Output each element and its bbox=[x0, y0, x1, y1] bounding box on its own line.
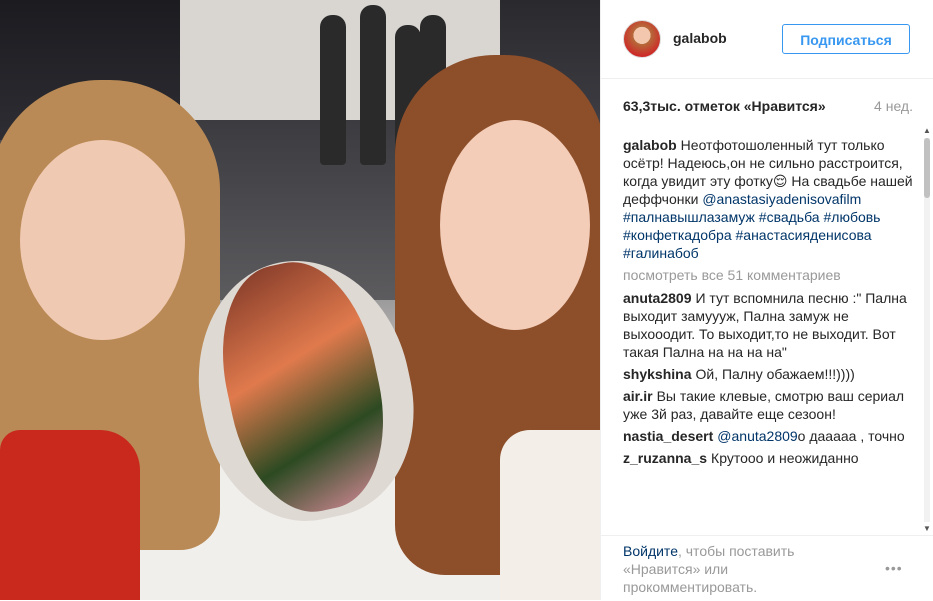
post-footer: Войдите, чтобы поставить «Нравится» или … bbox=[601, 535, 933, 601]
comment-username[interactable]: nastia_desert bbox=[623, 428, 713, 444]
hashtag-link[interactable]: #свадьба bbox=[759, 209, 820, 225]
comments-list: galabob Неотфотошоленный тут только осётр… bbox=[623, 136, 913, 532]
follow-button[interactable]: Подписаться bbox=[782, 24, 910, 54]
caption-comment: galabob Неотфотошоленный тут только осётр… bbox=[623, 136, 913, 262]
hashtag-link[interactable]: #анастасияденисова bbox=[736, 227, 872, 243]
scrollbar-track[interactable] bbox=[924, 138, 930, 522]
username-link[interactable]: galabob bbox=[673, 30, 727, 46]
scrollbar-thumb[interactable] bbox=[924, 138, 930, 198]
comment-username[interactable]: z_ruzanna_s bbox=[623, 450, 707, 466]
comments-scrollbar[interactable]: ▲ ▼ bbox=[921, 125, 933, 535]
hashtag-link[interactable]: #палнавышлазамуж bbox=[623, 209, 755, 225]
login-prompt: Войдите, чтобы поставить «Нравится» или … bbox=[623, 542, 853, 596]
comment-text: Ой, Палну обажаем!!!)))) bbox=[695, 366, 855, 382]
more-options-icon[interactable]: ••• bbox=[885, 560, 915, 576]
scroll-down-icon[interactable]: ▼ bbox=[921, 523, 933, 535]
view-all-comments-link[interactable]: посмотреть все 51 комментариев bbox=[623, 266, 913, 284]
post-header: galabob Подписаться bbox=[601, 0, 933, 79]
likes-row: 63,3тыс. отметок «Нравится» 4 нед. bbox=[623, 98, 913, 118]
comment-username[interactable]: galabob bbox=[623, 137, 677, 153]
post-time[interactable]: 4 нед. bbox=[874, 98, 913, 114]
avatar[interactable] bbox=[623, 20, 661, 58]
mention-link[interactable]: @anuta2809 bbox=[717, 428, 797, 444]
comment-username[interactable]: air.ir bbox=[623, 388, 653, 404]
scroll-up-icon[interactable]: ▲ bbox=[921, 125, 933, 137]
comment-item: shykshina Ой, Палну обажаем!!!)))) bbox=[623, 365, 913, 383]
comment-item: air.ir Вы такие клевые, смотрю ваш сериал… bbox=[623, 387, 913, 423]
photo-person-left-dress bbox=[0, 430, 140, 600]
comment-username[interactable]: anuta2809 bbox=[623, 290, 691, 306]
post-photo[interactable] bbox=[0, 0, 600, 600]
mention-link[interactable]: @anastasiyadenisovafilm bbox=[702, 191, 861, 207]
comment-item: nastia_desert @anuta2809о дааааа , точно bbox=[623, 427, 913, 445]
photo-person-right-face bbox=[440, 120, 590, 330]
comment-text: о дааааа , точно bbox=[797, 428, 905, 444]
comment-text: Вы такие клевые, смотрю ваш сериал уже 3… bbox=[623, 388, 905, 422]
likes-count[interactable]: 63,3тыс. отметок «Нравится» bbox=[623, 98, 826, 114]
photo-person-right-dress bbox=[500, 430, 600, 600]
post-side-panel: galabob Подписаться 63,3тыс. отметок «Нр… bbox=[600, 0, 933, 600]
comment-username[interactable]: shykshina bbox=[623, 366, 691, 382]
login-link[interactable]: Войдите bbox=[623, 543, 678, 559]
comment-item: anuta2809 И тут вспомнила песню :" Пална … bbox=[623, 289, 913, 361]
comment-text: Крутооо и неожиданно bbox=[711, 450, 859, 466]
photo-person-left-face bbox=[20, 140, 185, 340]
hashtag-link[interactable]: #любовь bbox=[823, 209, 880, 225]
hashtag-link[interactable]: #галинабоб bbox=[623, 245, 699, 261]
hashtag-link[interactable]: #конфеткадобра bbox=[623, 227, 732, 243]
comment-item: z_ruzanna_s Крутооо и неожиданно bbox=[623, 449, 913, 467]
